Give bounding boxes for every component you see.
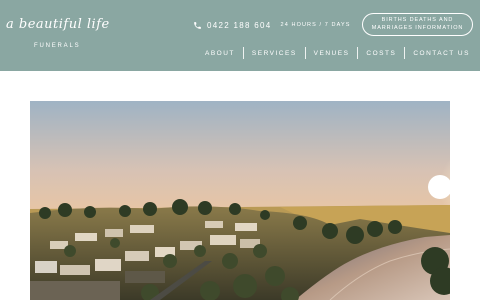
nav-divider <box>357 47 359 59</box>
nav-contact-us[interactable]: CONTACT US <box>413 50 470 57</box>
logo-subtitle: FUNERALS <box>34 43 81 49</box>
phone-number-link[interactable]: 0422 188 604 <box>207 21 272 30</box>
contact-row: 0422 188 604 24 HOURS / 7 DAYS <box>193 19 351 31</box>
nav-divider <box>242 47 244 59</box>
main-nav: ABOUT SERVICES VENUES COSTS CONTACT US <box>205 47 470 59</box>
nav-services[interactable]: SERVICES <box>252 50 297 57</box>
hours-text: 24 HOURS / 7 DAYS <box>280 22 351 28</box>
site-logo[interactable]: a beautiful life FUNERALS <box>6 17 118 53</box>
bdm-button-line1: BIRTHS DEATHS AND <box>381 17 454 23</box>
bdm-button-line2: MARRIAGES INFORMATION <box>371 24 464 31</box>
nav-venues[interactable]: VENUES <box>314 50 350 57</box>
nav-divider <box>304 47 306 59</box>
nav-about[interactable]: ABOUT <box>205 50 235 57</box>
phone-icon <box>194 21 201 29</box>
hero-image-town-sunset <box>30 101 450 300</box>
bdm-info-button[interactable]: BIRTHS DEATHS AND MARRIAGES INFORMATION <box>362 13 473 36</box>
logo-script-text: a beautiful life <box>6 17 110 32</box>
nav-divider <box>404 47 406 59</box>
nav-costs[interactable]: COSTS <box>366 50 396 57</box>
site-header: a beautiful life FUNERALS 0422 188 604 2… <box>0 0 480 71</box>
